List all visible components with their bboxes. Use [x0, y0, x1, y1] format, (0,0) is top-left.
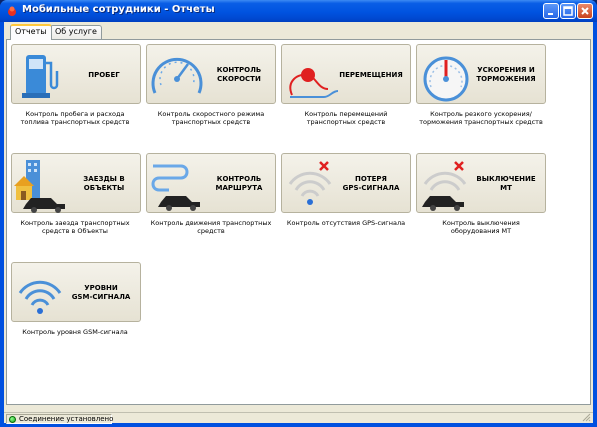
- tile-title: ВЫКЛЮЧЕНИЕ МТ: [476, 175, 536, 192]
- maximize-icon: [563, 6, 573, 16]
- tile-caption: Контроль резкого ускорения/ торможения т…: [419, 110, 543, 126]
- minimize-icon: [548, 13, 553, 15]
- tile-caption: Контроль заезда транспортных средств в О…: [20, 219, 130, 235]
- route-car-icon: [151, 164, 200, 211]
- gps-lost-icon: [288, 161, 332, 205]
- app-logo-icon: [8, 6, 16, 16]
- tile-mileage[interactable]: ПРОБЕГ: [11, 44, 141, 104]
- tile-caption: Контроль уровня GSM-сигнала: [22, 328, 128, 336]
- tile-title: ПЕРЕМЕЩЕНИЯ: [339, 70, 403, 79]
- client-area: Отчеты Об услуге ПРОБЕГ КОНТРОЛЬ СКОРОСТ…: [4, 22, 593, 424]
- tile-title: УСКОРЕНИЯ И ТОРМОЖЕНИЯ: [476, 66, 536, 83]
- tile-speed[interactable]: КОНТРОЛЬ СКОРОСТИ: [146, 44, 276, 104]
- window-title: Мобильные сотрудники - Отчеты: [22, 4, 215, 15]
- gsm-signal-icon: [18, 280, 62, 314]
- tile-object-visits[interactable]: ЗАЕЗДЫ В ОБЪЕКТЫ: [11, 153, 141, 213]
- fuel-pump-icon: [22, 55, 59, 98]
- status-bar: Соединение установлено: [4, 412, 593, 424]
- tile-route-control[interactable]: КОНТРОЛЬ МАРШРУТА: [146, 153, 276, 213]
- route-point-icon: [289, 68, 339, 98]
- tab-about[interactable]: Об услуге: [50, 25, 102, 39]
- resize-grip-icon[interactable]: [582, 413, 591, 422]
- tile-caption: Контроль пробега и расхода топлива транс…: [20, 110, 130, 126]
- minimize-button[interactable]: [543, 3, 559, 19]
- speedometer-icon: [151, 57, 203, 94]
- tile-title: ЗАЕЗДЫ В ОБЪЕКТЫ: [83, 175, 125, 192]
- tile-caption: Контроль выключения оборудования МТ: [442, 219, 520, 235]
- status-ok-icon: [9, 416, 16, 423]
- tile-title: КОНТРОЛЬ СКОРОСТИ: [216, 66, 262, 83]
- tab-reports[interactable]: Отчеты: [10, 24, 52, 40]
- tile-device-off[interactable]: ВЫКЛЮЧЕНИЕ МТ: [416, 153, 546, 213]
- tile-gsm-levels[interactable]: УРОВНИ GSM-СИГНАЛА: [11, 262, 141, 322]
- app-window: Мобильные сотрудники - Отчеты Отчеты Об …: [0, 0, 597, 427]
- title-bar[interactable]: Мобильные сотрудники - Отчеты: [0, 0, 597, 22]
- reports-panel: ПРОБЕГ КОНТРОЛЬ СКОРОСТИ ПЕРЕМЕЩЕНИЯ УСК…: [6, 39, 591, 405]
- connection-status: Соединение установлено: [6, 414, 114, 424]
- tile-title: ПОТЕРЯ GPS-СИГНАЛА: [342, 175, 400, 192]
- building-car-icon: [14, 160, 65, 213]
- tile-gps-lost[interactable]: ПОТЕРЯ GPS-СИГНАЛА: [281, 153, 411, 213]
- tab-label: Отчеты: [15, 27, 47, 36]
- device-off-icon: [422, 161, 467, 211]
- gauge-icon: [423, 56, 469, 102]
- tab-label: Об услуге: [55, 27, 97, 36]
- tile-caption: Контроль движения транспортных средств: [150, 219, 272, 235]
- status-text: Соединение установлено: [19, 415, 114, 423]
- tile-caption: Контроль перемещений транспортных средст…: [304, 110, 388, 126]
- tile-movements[interactable]: ПЕРЕМЕЩЕНИЯ: [281, 44, 411, 104]
- close-icon: [581, 7, 589, 15]
- tile-acceleration[interactable]: УСКОРЕНИЯ И ТОРМОЖЕНИЯ: [416, 44, 546, 104]
- tile-title: УРОВНИ GSM-СИГНАЛА: [71, 284, 131, 301]
- tile-title: КОНТРОЛЬ МАРШРУТА: [215, 175, 263, 192]
- maximize-button[interactable]: [560, 3, 576, 19]
- tile-title: ПРОБЕГ: [88, 70, 120, 79]
- close-button[interactable]: [577, 3, 593, 19]
- tile-caption: Контроль отсутствия GPS-сигнала: [286, 219, 406, 227]
- tile-caption: Контроль скоростного режима транспортных…: [157, 110, 265, 126]
